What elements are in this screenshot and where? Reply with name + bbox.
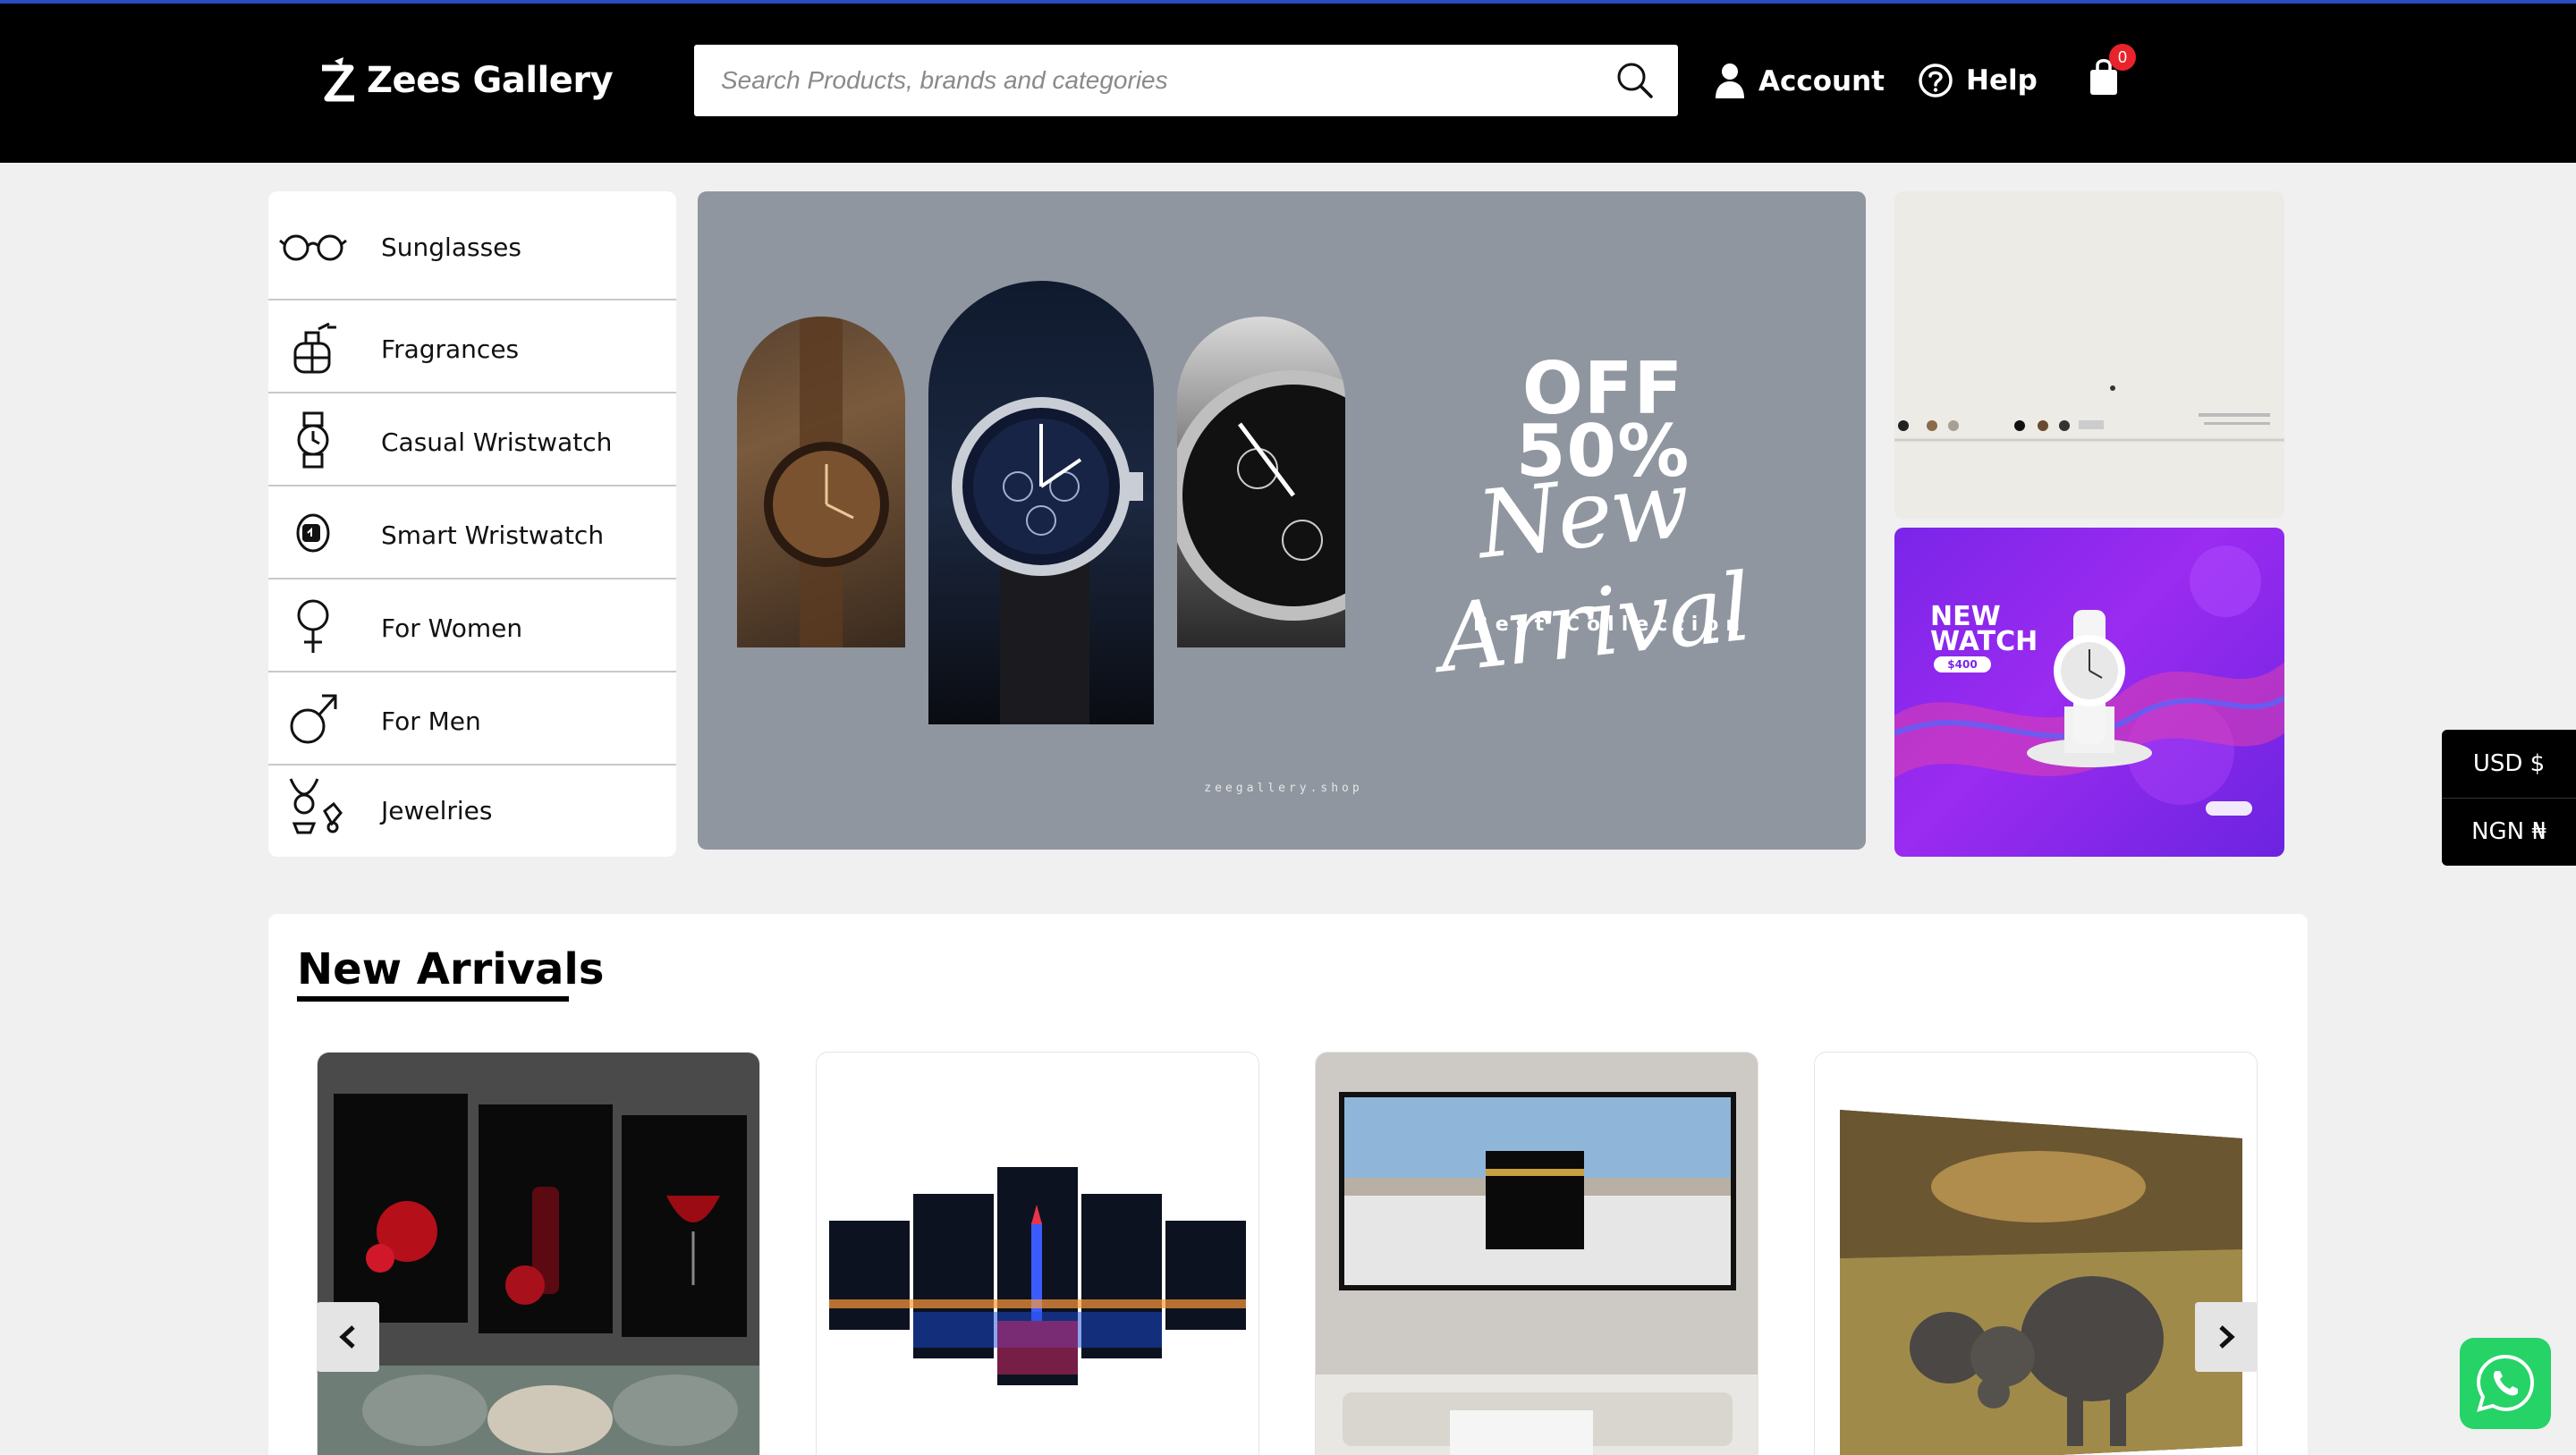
brand-logo[interactable]: Zees Gallery [315, 55, 614, 106]
category-item-smart-wristwatch[interactable]: Smart Wristwatch [268, 486, 676, 579]
category-sidebar: Sunglasses Fragrances Casual Wristwatch … [268, 191, 676, 857]
carousel-next-button[interactable] [2195, 1302, 2258, 1372]
product-card[interactable] [816, 1052, 1259, 1455]
brand-name: Zees Gallery [367, 60, 614, 101]
female-symbol-icon [279, 597, 347, 655]
category-label: Sunglasses [381, 233, 521, 262]
search-icon[interactable] [1615, 61, 1655, 100]
category-item-jewelries[interactable]: Jewelries [268, 766, 676, 857]
sunglasses-icon [279, 217, 347, 275]
promo-shop-button[interactable] [2206, 801, 2252, 816]
wine-rose-triptych-canvas-image [318, 1053, 759, 1455]
category-label: Smart Wristwatch [381, 520, 605, 550]
kaaba-mecca-framed-canvas-image [1316, 1053, 1758, 1455]
carousel-prev-button[interactable] [317, 1302, 379, 1372]
help-label: Help [1966, 64, 2038, 97]
promo-watch-colors-banner[interactable] [1894, 191, 2284, 519]
navy-chronograph-watch-photo [928, 281, 1154, 724]
user-icon [1716, 63, 1744, 98]
currency-option-usd[interactable]: USD $ [2442, 730, 2576, 798]
perfume-icon [279, 318, 347, 376]
promo-new-watch-banner[interactable]: NEW WATCH $400 [1894, 528, 2284, 857]
whatsapp-icon [2476, 1354, 2535, 1412]
search-bar [694, 45, 1678, 116]
logo-mark-icon [322, 57, 354, 102]
promo-title-line2: WATCH [1930, 626, 2038, 657]
male-symbol-icon [279, 690, 347, 748]
watch-color-swatches-graphic [1894, 385, 2284, 442]
hero-script-title: New Arrival [1434, 449, 1755, 694]
city-skyline-five-panel-canvas-image [817, 1053, 1258, 1455]
site-header: Zees Gallery Account Help 0 [0, 4, 2576, 163]
elephants-savanna-canvas-image [1815, 1053, 2257, 1455]
hero-site-url: zeegallery.shop [1204, 782, 1363, 795]
promo-price-badge: $400 [1934, 656, 1991, 673]
account-label: Account [1758, 65, 1885, 97]
section-title-underline [297, 996, 569, 1002]
category-label: Fragrances [381, 334, 520, 364]
chevron-right-icon [2219, 1325, 2235, 1349]
smartwatch-icon [279, 504, 347, 562]
product-card[interactable] [317, 1052, 760, 1455]
category-item-casual-wristwatch[interactable]: Casual Wristwatch [268, 393, 676, 486]
currency-switcher: USD $ NGN ₦ [2442, 730, 2576, 866]
chevron-left-icon [339, 1325, 355, 1349]
category-item-fragrances[interactable]: Fragrances [268, 300, 676, 393]
category-label: For Men [381, 706, 481, 736]
product-card[interactable] [1315, 1052, 1758, 1455]
category-item-for-men[interactable]: For Men [268, 673, 676, 766]
jewelry-icon [279, 776, 347, 834]
search-input[interactable] [721, 45, 1580, 116]
promo-title: NEW WATCH [1930, 604, 2038, 657]
wristwatch-icon [279, 411, 347, 469]
product-card[interactable] [1814, 1052, 2258, 1455]
category-label: For Women [381, 613, 523, 643]
account-link[interactable]: Account [1714, 63, 1885, 100]
category-label: Jewelries [381, 796, 493, 825]
new-arrivals-section: New Arrivals [268, 914, 2308, 1455]
hero-tagline: Best Collection [1472, 613, 1748, 636]
category-item-sunglasses[interactable]: Sunglasses [268, 191, 676, 300]
question-circle-icon [1919, 63, 1953, 97]
hero-banner[interactable]: OFF 50% New Arrival Best Collection zeeg… [698, 191, 1866, 850]
currency-option-ngn[interactable]: NGN ₦ [2442, 798, 2576, 866]
brown-watch-photo [737, 317, 905, 647]
whatsapp-chat-button[interactable] [2460, 1338, 2551, 1429]
section-title: New Arrivals [297, 944, 605, 994]
category-item-for-women[interactable]: For Women [268, 579, 676, 673]
cart-count-badge: 0 [2109, 44, 2136, 71]
help-link[interactable]: Help [1918, 63, 2038, 98]
silver-watch-closeup-photo [1177, 317, 1345, 647]
category-label: Casual Wristwatch [381, 427, 613, 457]
